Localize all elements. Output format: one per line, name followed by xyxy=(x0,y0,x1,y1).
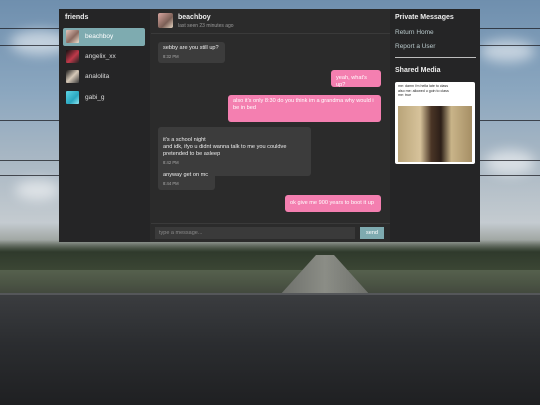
contact-name[interactable]: beachboy xyxy=(178,14,211,21)
shared-media-title: Shared Media xyxy=(395,67,441,74)
contact-avatar[interactable] xyxy=(158,13,173,28)
right-panel: Private Messages Return Home Report a Us… xyxy=(390,9,480,242)
message-incoming: sebby are you still up? 8:32 PM xyxy=(158,42,225,63)
message-incoming: anyway get on mc 8:44 PM xyxy=(158,169,215,190)
message-outgoing: also it's only 8:30 do you think im a gr… xyxy=(228,95,381,122)
friend-item-angelix[interactable]: angelix_xx xyxy=(63,48,145,66)
friend-name: angelix_xx xyxy=(85,53,116,60)
message-text: sebby are you still up? xyxy=(163,45,219,51)
message-text: ok give me 900 years to boot it up xyxy=(290,200,374,206)
report-user-link[interactable]: Report a User xyxy=(395,43,435,50)
private-messages-title: Private Messages xyxy=(395,14,454,21)
messenger-window: friends beachboy angelix_xx analolita ga… xyxy=(59,9,480,242)
message-time: 8:32 PM xyxy=(163,54,179,59)
chat-header: beachboy last seen 23 minutes ago xyxy=(151,9,390,34)
media-caption: me: damn i'm hella late to class also me… xyxy=(398,84,449,98)
friend-item-beachboy[interactable]: beachboy xyxy=(63,28,145,46)
message-text: yeah, what's up? xyxy=(336,75,367,88)
friend-item-analolita[interactable]: analolita xyxy=(63,68,145,86)
avatar xyxy=(66,70,79,83)
message-text: anyway get on mc xyxy=(163,172,209,178)
friends-title: friends xyxy=(65,14,89,21)
friend-name: analolita xyxy=(85,73,110,80)
media-photo xyxy=(398,106,472,162)
divider xyxy=(395,57,476,58)
avatar xyxy=(66,91,79,104)
chat-panel: beachboy last seen 23 minutes ago sebby … xyxy=(151,9,390,242)
avatar xyxy=(66,50,79,63)
message-outgoing: yeah, what's up? xyxy=(331,70,381,88)
message-composer: send xyxy=(151,223,390,243)
friends-sidebar: friends beachboy angelix_xx analolita ga… xyxy=(59,9,150,242)
friend-item-gabi[interactable]: gabi_g xyxy=(63,89,145,107)
last-seen-status: last seen 23 minutes ago xyxy=(178,23,234,29)
send-button[interactable]: send xyxy=(360,227,384,239)
friend-name: beachboy xyxy=(85,33,114,40)
message-outgoing: ok give me 900 years to boot it up xyxy=(285,195,381,212)
shared-media-thumbnail[interactable]: me: damn i'm hella late to class also me… xyxy=(395,82,475,164)
message-text: also it's only 8:30 do you think im a gr… xyxy=(233,98,374,111)
friend-name: gabi_g xyxy=(85,94,105,101)
avatar xyxy=(66,30,79,43)
message-text: it's a school night and idk, ifyo u didn… xyxy=(163,137,287,157)
message-time: 8:42 PM xyxy=(163,160,179,165)
return-home-link[interactable]: Return Home xyxy=(395,29,434,36)
message-input[interactable] xyxy=(155,227,355,239)
message-time: 8:44 PM xyxy=(163,181,179,186)
